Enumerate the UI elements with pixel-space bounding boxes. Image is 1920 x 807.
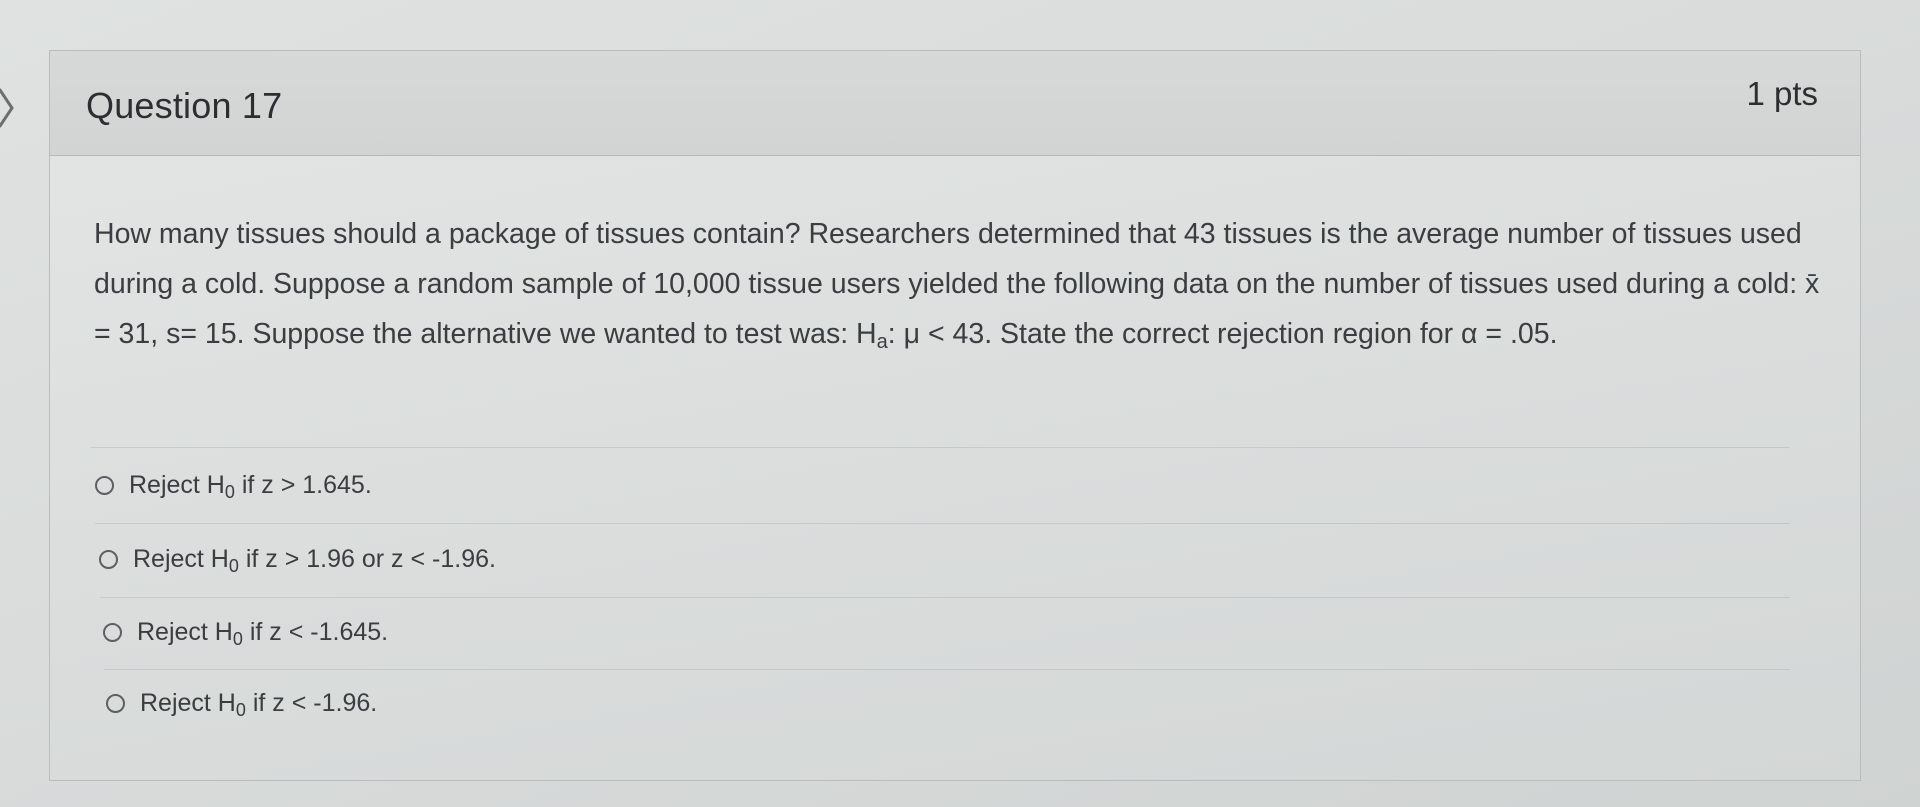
divider: [90, 447, 1790, 448]
radio-button[interactable]: [95, 475, 114, 495]
answer-label: Reject H0 if z > 1.96 or z < -1.96.: [133, 544, 496, 576]
answer-label: Reject H0 if z < -1.645.: [137, 617, 389, 649]
question-card: Question 17 1 pts How many tissues shoul…: [49, 50, 1861, 781]
question-text: How many tissues should a package of tis…: [94, 209, 1834, 359]
divider: [104, 669, 1790, 670]
answer-label: Reject H0 if z < -1.96.: [140, 688, 378, 720]
answer-option-1[interactable]: Reject H0 if z > 1.645.: [95, 467, 372, 503]
answer-option-2[interactable]: Reject H0 if z > 1.96 or z < -1.96.: [99, 541, 496, 577]
radio-button[interactable]: [99, 549, 118, 569]
divider: [100, 597, 1790, 598]
question-title: Question 17: [86, 85, 283, 126]
question-points: 1 pts: [1746, 75, 1818, 112]
divider: [95, 523, 1790, 524]
alternative-hypothesis-subscript: a: [876, 331, 888, 353]
radio-button[interactable]: [103, 622, 122, 642]
radio-button[interactable]: [106, 693, 125, 713]
answer-option-3[interactable]: Reject H0 if z < -1.645.: [103, 614, 388, 650]
navigation-arrow-icon[interactable]: [0, 88, 16, 128]
question-text-part2: : μ < 43. State the correct rejection re…: [887, 318, 1558, 350]
answer-label: Reject H0 if z > 1.645.: [129, 470, 372, 502]
question-header: Question 17 1 pts: [50, 51, 1860, 156]
answer-option-4[interactable]: Reject H0 if z < -1.96.: [106, 685, 377, 721]
